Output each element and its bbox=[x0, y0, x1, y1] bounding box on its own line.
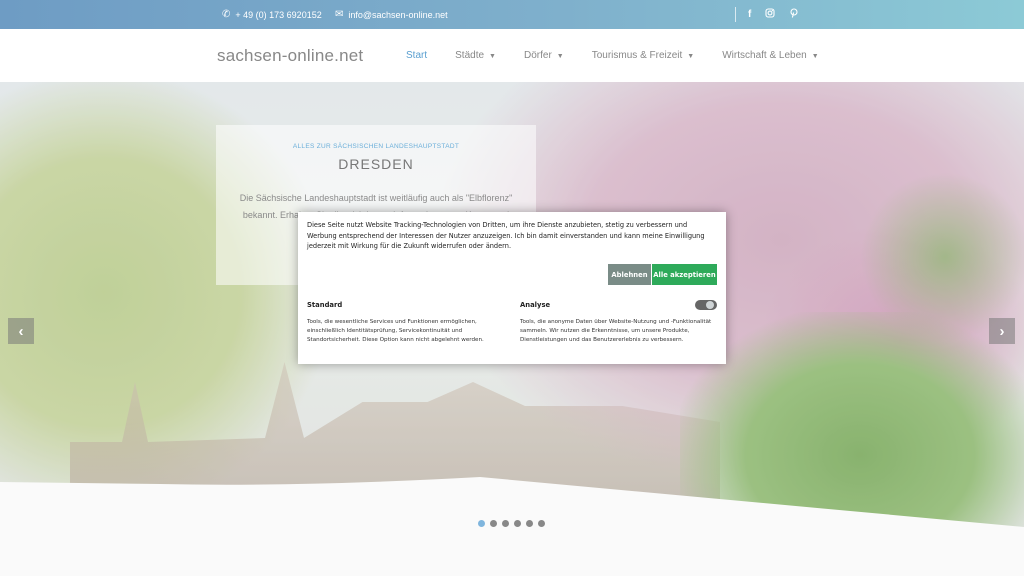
phone-number[interactable]: + 49 (0) 173 6920152 bbox=[235, 10, 321, 20]
nav-item-doerfer[interactable]: Dörfer ▼ bbox=[524, 50, 564, 61]
topbar-divider bbox=[735, 7, 736, 22]
category-standard-title: Standard bbox=[307, 301, 343, 309]
chevron-left-icon: ‹ bbox=[18, 322, 24, 340]
slider-dot[interactable] bbox=[526, 520, 533, 527]
slider-dot[interactable] bbox=[538, 520, 545, 527]
slide-title: DRESDEN bbox=[338, 156, 414, 172]
site-logo[interactable]: sachsen-online.net bbox=[217, 46, 363, 66]
chevron-right-icon: › bbox=[999, 322, 1005, 340]
top-bar: ✆ + 49 (0) 173 6920152 ✉ info@sachsen-on… bbox=[0, 0, 1024, 29]
slider-next-button[interactable]: › bbox=[989, 318, 1015, 344]
accept-all-button[interactable]: Alle akzeptieren bbox=[652, 264, 717, 285]
slider-dot[interactable] bbox=[478, 520, 485, 527]
cookie-consent-text: Diese Seite nutzt Website Tracking-Techn… bbox=[307, 221, 705, 250]
caret-down-icon: ▼ bbox=[489, 53, 496, 60]
category-analyse-description: Tools, die anonyme Daten über Website-Nu… bbox=[520, 319, 712, 343]
nav-item-label: Städte bbox=[455, 50, 485, 61]
reject-button[interactable]: Ablehnen bbox=[608, 264, 651, 285]
nav-item-tourismus[interactable]: Tourismus & Freizeit ▼ bbox=[592, 50, 695, 61]
slider-dots bbox=[478, 520, 545, 527]
category-standard-description: Tools, die wesentliche Services und Funk… bbox=[307, 319, 484, 343]
nav-item-start[interactable]: Start bbox=[406, 50, 427, 61]
nav-item-staedte[interactable]: Städte ▼ bbox=[455, 50, 496, 61]
phone-icon: ✆ bbox=[222, 8, 231, 20]
social-links: f bbox=[748, 0, 799, 29]
slide-kicker: ALLES ZUR SÄCHSISCHEN LANDESHAUPTSTADT bbox=[292, 143, 460, 150]
email-contact[interactable]: ✉ info@sachsen-online.net bbox=[335, 0, 448, 29]
category-analyse-title: Analyse bbox=[520, 301, 551, 309]
site-header: sachsen-online.net Start Städte ▼ Dörfer ▼… bbox=[0, 29, 1024, 82]
nav-item-label: Wirtschaft & Leben bbox=[722, 50, 807, 61]
phone-contact[interactable]: ✆ + 49 (0) 173 6920152 bbox=[222, 0, 322, 29]
caret-down-icon: ▼ bbox=[687, 53, 695, 60]
facebook-icon[interactable]: f bbox=[748, 9, 751, 20]
slider-dot[interactable] bbox=[490, 520, 497, 527]
nav-item-label: Start bbox=[406, 50, 428, 61]
cookie-consent-dialog: Diese Seite nutzt Website Tracking-Techn… bbox=[298, 212, 726, 364]
caret-down-icon: ▼ bbox=[811, 53, 819, 60]
toggle-knob bbox=[706, 301, 714, 309]
nav-item-label: Dörfer bbox=[523, 50, 552, 61]
slider-dot[interactable] bbox=[514, 520, 521, 527]
nav-item-wirtschaft[interactable]: Wirtschaft & Leben ▼ bbox=[722, 50, 818, 61]
slider-prev-button[interactable]: ‹ bbox=[8, 318, 34, 344]
nav-item-label: Tourismus & Freizeit bbox=[591, 50, 683, 61]
main-nav: Start Städte ▼ Dörfer ▼ Tourismus & Freize… bbox=[406, 29, 847, 82]
analyse-toggle[interactable] bbox=[695, 300, 717, 310]
pinterest-icon[interactable] bbox=[789, 8, 799, 21]
envelope-icon: ✉ bbox=[335, 8, 344, 20]
slider-dot[interactable] bbox=[502, 520, 509, 527]
instagram-icon[interactable] bbox=[765, 8, 775, 21]
caret-down-icon: ▼ bbox=[556, 53, 564, 60]
email-address[interactable]: info@sachsen-online.net bbox=[348, 10, 447, 20]
